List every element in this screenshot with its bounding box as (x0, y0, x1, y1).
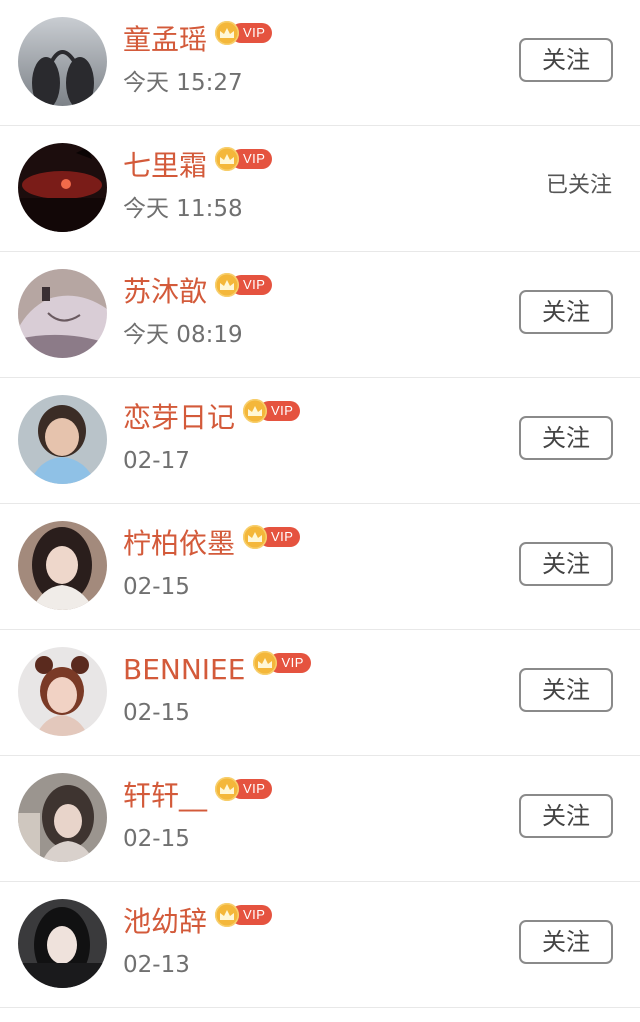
avatar[interactable] (18, 773, 107, 862)
avatar[interactable] (18, 269, 107, 358)
user-name[interactable]: 柠柏依墨 (123, 524, 235, 564)
user-name[interactable]: 轩轩__ (123, 776, 207, 816)
vip-badge: VIP (243, 525, 301, 549)
timestamp: 02-17 (123, 448, 190, 474)
follow-button[interactable]: 关注 (519, 794, 613, 838)
avatar[interactable] (18, 395, 107, 484)
crown-icon (215, 21, 240, 45)
vip-badge: VIP (215, 21, 273, 45)
follow-button[interactable]: 关注 (519, 416, 613, 460)
crown-icon (215, 147, 240, 171)
user-name[interactable]: BENNIEE (123, 650, 245, 690)
avatar[interactable] (18, 647, 107, 736)
list-item[interactable]: 柠柏依墨 VIP 02-15 关注 (0, 504, 640, 630)
vip-badge: VIP (243, 399, 301, 423)
vip-badge: VIP (215, 777, 273, 801)
followed-status[interactable]: 已关注 (546, 170, 612, 202)
avatar[interactable] (18, 521, 107, 610)
crown-icon (215, 777, 240, 801)
timestamp: 02-15 (123, 826, 190, 852)
avatar[interactable] (18, 17, 107, 106)
user-name[interactable]: 恋芽日记 (123, 398, 235, 438)
vip-badge: VIP (215, 903, 273, 927)
list-item[interactable]: 苏沐歆 VIP 今天 08:19 关注 (0, 252, 640, 378)
user-list: 童孟瑶 VIP 今天 15:27 关注 七里霜 VIP 今天 11:58 已关注… (0, 0, 640, 1008)
list-item[interactable]: 七里霜 VIP 今天 11:58 已关注 (0, 126, 640, 252)
user-name[interactable]: 童孟瑶 (123, 20, 207, 60)
follow-button[interactable]: 关注 (519, 38, 613, 82)
follow-button[interactable]: 关注 (519, 668, 613, 712)
user-name[interactable]: 苏沐歆 (123, 272, 207, 312)
vip-badge: VIP (215, 147, 273, 171)
vip-badge: VIP (253, 651, 311, 675)
follow-button[interactable]: 关注 (519, 542, 613, 586)
timestamp: 02-15 (123, 574, 190, 600)
timestamp: 今天 15:27 (123, 70, 243, 96)
user-name[interactable]: 池幼辞 (123, 902, 207, 942)
list-item[interactable]: 轩轩__ VIP 02-15 关注 (0, 756, 640, 882)
crown-icon (243, 525, 268, 549)
list-item[interactable]: 池幼辞 VIP 02-13 关注 (0, 882, 640, 1008)
follow-button[interactable]: 关注 (519, 920, 613, 964)
crown-icon (215, 273, 240, 297)
timestamp: 今天 08:19 (123, 322, 243, 348)
list-item[interactable]: BENNIEE VIP 02-15 关注 (0, 630, 640, 756)
follow-button[interactable]: 关注 (519, 290, 613, 334)
crown-icon (243, 399, 268, 423)
avatar[interactable] (18, 899, 107, 988)
user-name[interactable]: 七里霜 (123, 146, 207, 186)
vip-badge: VIP (215, 273, 273, 297)
timestamp: 今天 11:58 (123, 196, 243, 222)
list-item[interactable]: 童孟瑶 VIP 今天 15:27 关注 (0, 0, 640, 126)
crown-icon (215, 903, 240, 927)
timestamp: 02-13 (123, 952, 190, 978)
list-item[interactable]: 恋芽日记 VIP 02-17 关注 (0, 378, 640, 504)
timestamp: 02-15 (123, 700, 190, 726)
avatar[interactable] (18, 143, 107, 232)
